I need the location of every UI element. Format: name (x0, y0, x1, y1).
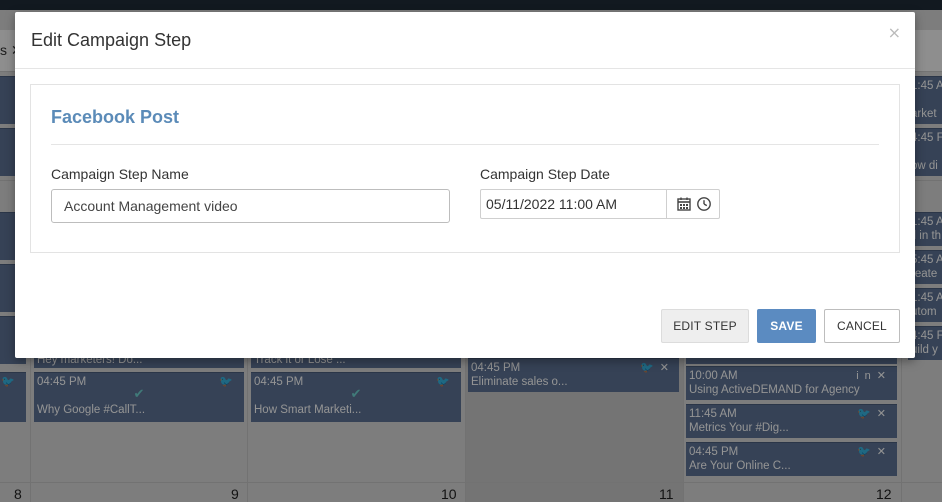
calendar-icon[interactable] (676, 196, 692, 212)
close-icon[interactable]: × (888, 23, 901, 42)
panel-title: Facebook Post (51, 107, 180, 127)
clock-icon[interactable] (696, 196, 712, 212)
panel-divider (51, 144, 879, 145)
modal-title: Edit Campaign Step (31, 30, 192, 50)
edit-step-button[interactable]: EDIT STEP (661, 309, 749, 343)
step-name-input[interactable] (51, 189, 450, 223)
step-name-label: Campaign Step Name (51, 166, 189, 182)
date-picker-addon (666, 190, 719, 218)
save-button[interactable]: SAVE (757, 309, 816, 343)
edit-campaign-step-modal: Edit Campaign Step × Facebook Post Campa… (15, 12, 915, 358)
step-date-label: Campaign Step Date (480, 166, 610, 182)
step-details-panel: Facebook Post Campaign Step Name Campaig… (30, 84, 900, 253)
step-date-picker (480, 189, 720, 219)
cancel-button[interactable]: CANCEL (824, 309, 900, 343)
modal-header: Edit Campaign Step × (15, 12, 915, 69)
step-date-input[interactable] (481, 190, 666, 218)
